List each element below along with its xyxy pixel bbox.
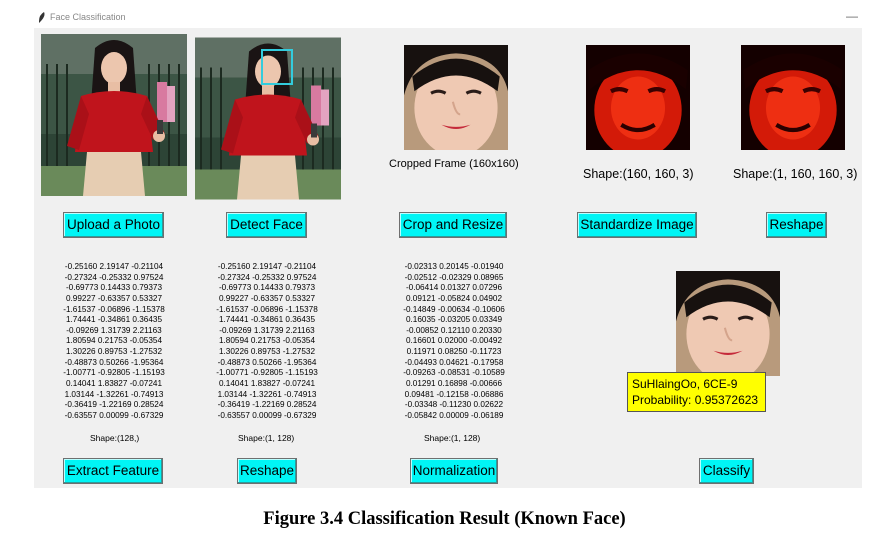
upload-photo-button[interactable]: Upload a Photo [63,212,164,238]
feature-line: 0.14041 1.83827 -0.07241 [65,379,163,389]
reshaped-shape-label: Shape:(1, 128) [238,433,295,443]
reshape-feature-button[interactable]: Reshape [237,458,297,484]
feature-line: 1.80594 0.21753 -0.05354 [65,336,163,346]
classify-button[interactable]: Classify [699,458,754,484]
feature-line: 1.30226 0.89753 -1.27532 [218,347,316,357]
feature-line: -0.09269 1.31739 2.21163 [219,325,315,335]
classification-result-box: SuHlaingOo, 6CE-9 Probability: 0.9537262… [627,372,766,412]
feather-icon [39,12,45,23]
window-title: Face Classification [50,12,126,22]
title-bar: Face Classification — [34,8,862,28]
figure-caption: Figure 3.4 Classification Result (Known … [263,509,626,529]
feature-line: -0.36419 -1.22169 0.28524 [64,400,164,410]
predicted-name: SuHlaingOo, 6CE-9 [632,377,738,391]
detect-face-button[interactable]: Detect Face [226,212,307,238]
feature-line: -0.03348 -0.11230 0.02622 [404,400,504,410]
feature-line: -0.06414 0.01327 0.07296 [405,283,503,293]
minimize-button[interactable]: — [846,9,858,23]
extract-feature-button[interactable]: Extract Feature [63,458,163,484]
feature-line: 0.16601 0.02000 -0.00492 [405,336,503,346]
detected-face-photo [195,34,341,203]
normalized-feature-values: -0.02313 0.20145 -0.01940 -0.02512 -0.02… [396,262,512,422]
feature-line: -0.02313 0.20145 -0.01940 [404,262,504,271]
feature-line: -0.48873 0.50266 -1.95364 [64,357,164,367]
cropped-frame-caption: Cropped Frame (160x160) [389,158,519,170]
original-photo [41,34,187,196]
feature-line: -1.61537 -0.06896 -1.15378 [216,304,318,314]
feature-line: 1.74441 -0.34861 0.36435 [65,315,163,325]
feature-line: 0.99227 -0.63357 0.53327 [218,293,316,303]
standardized-face-image [586,45,690,150]
reshaped-feature-values: -0.25160 2.19147 -0.21104 -0.27324 -0.25… [209,262,325,422]
classified-face-image [676,271,780,376]
reshaped-face-image [741,45,845,150]
feature-line: 0.11971 0.08250 -0.11723 [406,347,502,357]
feature-line: 0.14041 1.83827 -0.07241 [218,379,316,389]
feature-line: 0.16035 -0.03205 0.03349 [405,315,503,325]
standardized-shape-caption: Shape:(160, 160, 3) [583,167,694,181]
feature-line: -0.27324 -0.25332 0.97524 [64,272,164,282]
feature-line: -0.63557 0.00099 -0.67329 [64,410,164,420]
feature-line: -0.04493 0.04621 -0.17958 [404,357,504,367]
feature-line: -0.02512 -0.02329 0.08965 [404,272,504,282]
feature-line: 0.01291 0.16898 -0.00666 [405,379,503,389]
feature-line: -1.00771 -0.92805 -1.15193 [63,368,165,378]
feature-line: 1.03144 -1.32261 -0.74913 [64,389,164,399]
extracted-feature-values: -0.25160 2.19147 -0.21104 -0.27324 -0.25… [56,262,172,422]
feature-line: -0.27324 -0.25332 0.97524 [217,272,317,282]
normalized-shape-label: Shape:(1, 128) [424,433,481,443]
feature-line: -0.25160 2.19147 -0.21104 [217,262,317,271]
feature-line: 0.09481 -0.12158 -0.06886 [404,389,504,399]
feature-line: 0.09121 -0.05824 0.04902 [405,293,503,303]
feature-line: -0.09263 -0.08531 -0.10589 [403,368,505,378]
extracted-shape-label: Shape:(128,) [90,433,140,443]
feature-line: -0.36419 -1.22169 0.28524 [217,400,317,410]
feature-line: -1.61537 -0.06896 -1.15378 [63,304,165,314]
feature-line: -0.63557 0.00099 -0.67329 [217,410,317,420]
feature-line: 1.74441 -0.34861 0.36435 [218,315,316,325]
feature-line: -0.69773 0.14433 0.79373 [218,283,316,293]
feature-line: -0.69773 0.14433 0.79373 [65,283,163,293]
prediction-probability: Probability: 0.95372623 [632,393,759,407]
feature-line: 1.30226 0.89753 -1.27532 [65,347,163,357]
normalization-button[interactable]: Normalization [410,458,498,484]
reshaped-shape-caption: Shape:(1, 160, 160, 3) [733,167,858,181]
feature-line: -1.00771 -0.92805 -1.15193 [216,368,318,378]
feature-line: -0.09269 1.31739 2.21163 [66,325,162,335]
feature-line: 0.99227 -0.63357 0.53327 [65,293,163,303]
feature-line: -0.05842 0.00009 -0.06189 [404,410,504,420]
cropped-face-image [404,45,508,150]
feature-line: -0.48873 0.50266 -1.95364 [217,357,317,367]
crop-resize-button[interactable]: Crop and Resize [399,212,507,238]
feature-line: -0.14849 -0.00634 -0.10606 [403,304,505,314]
standardize-image-button[interactable]: Standardize Image [577,212,697,238]
reshape-image-button[interactable]: Reshape [766,212,827,238]
feature-line: 1.80594 0.21753 -0.05354 [218,336,316,346]
feature-line: -0.00852 0.12110 0.20330 [406,325,502,335]
feature-line: 1.03144 -1.32261 -0.74913 [217,389,317,399]
feature-line: -0.25160 2.19147 -0.21104 [64,262,164,271]
